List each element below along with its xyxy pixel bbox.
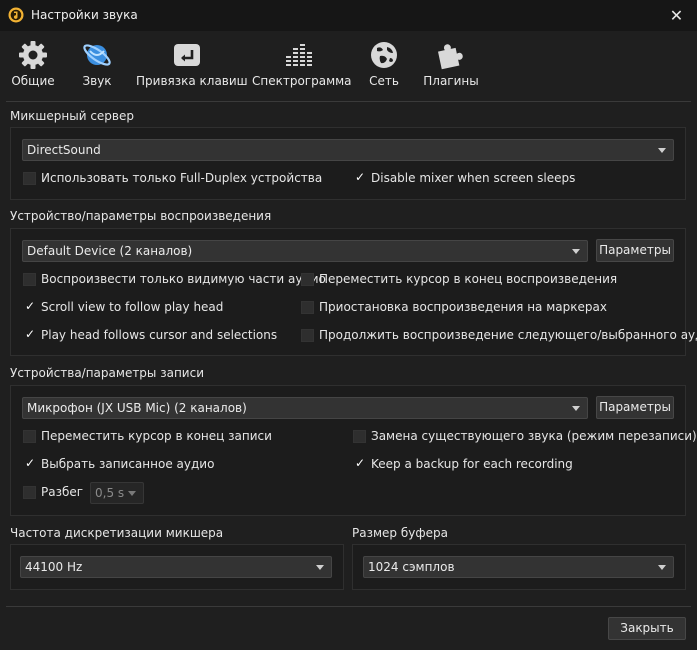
playhead-follows-cursor-label: Play head follows cursor and selections	[41, 328, 278, 342]
tab-network-label: Сеть	[369, 74, 399, 88]
close-icon: ✕	[669, 6, 684, 25]
close-button[interactable]: Закрыть	[608, 617, 686, 640]
tab-spectrogram-label: Спектрограмма	[252, 74, 352, 88]
chevron-down-icon	[658, 565, 666, 570]
recording-device-value: Микрофон (JX USB Mic) (2 каналов)	[27, 401, 247, 415]
tab-network[interactable]: Сеть	[362, 31, 406, 95]
tab-general[interactable]: Общие	[6, 31, 60, 95]
sample-rate-title: Частота дискретизации микшера	[10, 526, 224, 540]
buffer-size-value: 1024 сэмплов	[368, 560, 455, 574]
chevron-down-icon	[572, 249, 580, 254]
keyboard-enter-icon	[174, 44, 200, 66]
tab-plugins[interactable]: Плагины	[420, 31, 482, 95]
sound-orbit-icon	[83, 44, 111, 66]
checkmark-icon: ✓	[355, 170, 366, 184]
tab-spectrogram[interactable]: Спектрограмма	[252, 31, 352, 95]
scroll-follow-playhead-label: Scroll view to follow play head	[41, 300, 224, 314]
chevron-down-icon	[658, 148, 666, 153]
full-duplex-label: Использовать только Full-Duplex устройст…	[41, 171, 323, 185]
footer-divider	[6, 606, 691, 607]
tab-keybindings-label: Привязка клавиш	[136, 74, 248, 88]
playback-device-select[interactable]: Default Device (2 каналов)	[22, 240, 588, 262]
sample-rate-value: 44100 Hz	[25, 560, 83, 574]
mixer-section-title: Микшерный сервер	[10, 109, 134, 123]
split-duration-select[interactable]: 0,5 s	[90, 482, 144, 504]
tab-keybindings[interactable]: Привязка клавиш	[136, 31, 248, 95]
mixer-panel	[10, 127, 686, 200]
split-label: Разбег	[41, 485, 84, 499]
chevron-down-icon	[572, 406, 580, 411]
mixer-server-select[interactable]: DirectSound	[22, 139, 674, 161]
tab-sound[interactable]: Звук	[74, 31, 120, 95]
app-logo-icon	[8, 7, 24, 23]
checkbox-box	[301, 273, 314, 286]
keep-backup-label: Keep a backup for each recording	[371, 457, 573, 471]
title-bar: Настройки звука ✕	[0, 0, 697, 31]
checkbox-box	[23, 486, 36, 499]
puzzle-icon	[438, 44, 463, 70]
gear-icon	[19, 41, 47, 69]
disable-mixer-sleep-label: Disable mixer when screen sleeps	[371, 171, 576, 185]
recording-device-select[interactable]: Микрофон (JX USB Mic) (2 каналов)	[22, 397, 588, 419]
recording-params-button[interactable]: Параметры	[596, 396, 674, 419]
checkmark-icon: ✓	[25, 327, 36, 341]
checkmark-icon: ✓	[25, 456, 36, 470]
select-recorded-audio-label: Выбрать записанное аудио	[41, 457, 215, 471]
buffer-size-select[interactable]: 1024 сэмплов	[363, 556, 674, 578]
checkmark-icon: ✓	[25, 299, 36, 313]
tab-general-label: Общие	[11, 74, 55, 88]
chevron-down-icon	[316, 565, 324, 570]
buffer-size-title: Размер буфера	[352, 526, 448, 540]
playback-device-value: Default Device (2 каналов)	[27, 244, 193, 258]
checkbox-box	[23, 172, 36, 185]
checkbox-box	[23, 430, 36, 443]
cursor-to-end-playback-label: Переместить курсор в конец воспроизведен…	[319, 272, 618, 286]
recording-section-title: Устройства/параметры записи	[10, 366, 204, 380]
playback-params-button[interactable]: Параметры	[596, 239, 674, 262]
close-window-button[interactable]: ✕	[656, 0, 697, 31]
play-visible-only-label: Воспроизвести только видимую части аудио	[41, 272, 326, 286]
toolbar-divider	[6, 101, 691, 102]
network-globe-icon	[371, 42, 397, 68]
mixer-server-value: DirectSound	[27, 143, 101, 157]
tab-plugins-label: Плагины	[423, 74, 479, 88]
checkbox-box	[301, 301, 314, 314]
playback-section-title: Устройство/параметры воспроизведения	[10, 209, 272, 223]
checkbox-box	[301, 329, 314, 342]
window-title: Настройки звука	[31, 8, 138, 22]
checkbox-box	[23, 273, 36, 286]
settings-toolbar: Общие Звук Привязка клавиш Спектрограмма	[0, 31, 697, 95]
cursor-to-end-recording-label: Переместить курсор в конец записи	[41, 429, 272, 443]
checkbox-box	[353, 430, 366, 443]
sample-rate-select[interactable]: 44100 Hz	[20, 556, 332, 578]
overwrite-mode-label: Замена существующего звука (режим переза…	[371, 429, 697, 443]
chevron-down-icon	[128, 491, 136, 496]
split-duration-value: 0,5 s	[95, 486, 125, 500]
spectrum-bars-icon	[286, 44, 312, 66]
tab-sound-label: Звук	[82, 74, 112, 88]
pause-at-markers-label: Приостановка воспроизведения на маркерах	[319, 300, 607, 314]
continue-next-audio-label: Продолжить воспроизведение следующего/вы…	[319, 328, 697, 342]
checkmark-icon: ✓	[355, 456, 366, 470]
